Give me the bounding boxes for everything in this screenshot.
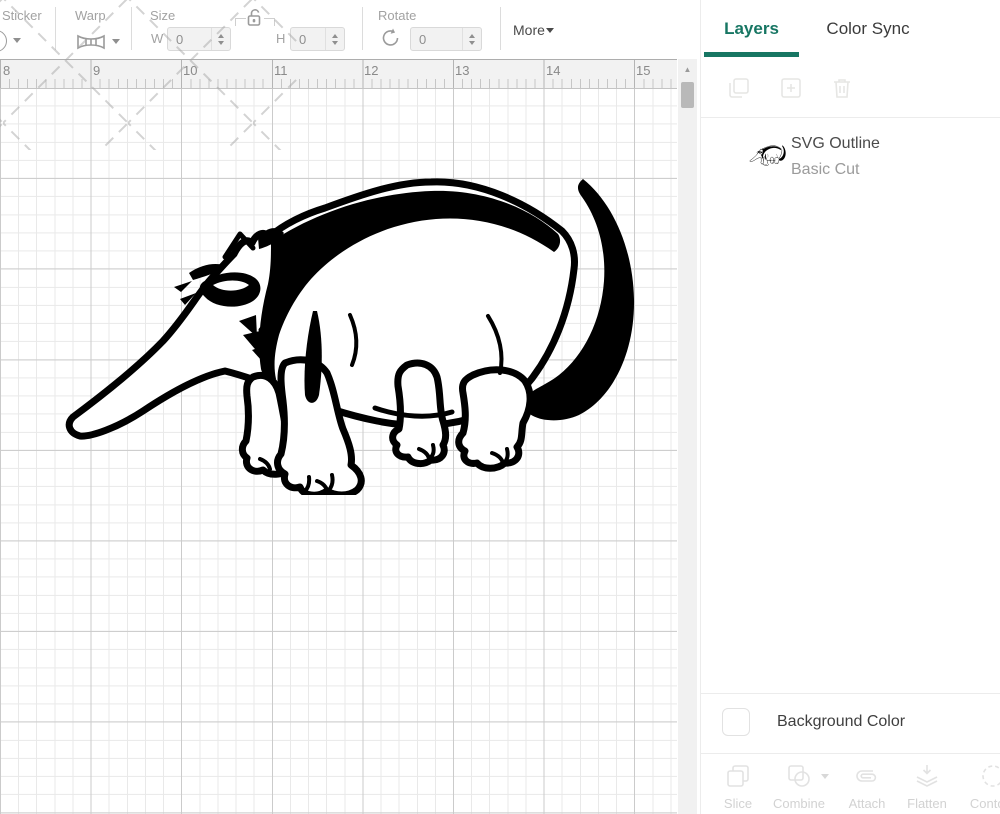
canvas-artwork-anteater[interactable] — [55, 165, 655, 495]
height-field-label: H — [276, 31, 285, 46]
toolbar-divider — [500, 7, 501, 50]
background-color-row: Background Color — [701, 694, 1000, 753]
warp-icon[interactable] — [76, 33, 106, 51]
tab-layers[interactable]: Layers — [704, 0, 799, 57]
add-layer-icon[interactable] — [779, 76, 803, 100]
combine-icon — [786, 763, 812, 789]
edit-toolbar: Sticker Warp Size W 0 H 0 Rotat — [0, 0, 700, 59]
warp-caret-icon[interactable] — [112, 39, 120, 44]
background-color-swatch[interactable] — [722, 708, 750, 736]
rotation-stepper[interactable] — [462, 28, 481, 50]
scroll-up-arrow-icon[interactable]: ▲ — [678, 65, 697, 74]
layer-row[interactable]: SVG Outline Basic Cut — [701, 118, 1000, 194]
width-field-label: W — [151, 31, 163, 46]
combine-button[interactable]: Combine — [767, 756, 831, 814]
design-app-window: Sticker Warp Size W 0 H 0 Rotat — [0, 0, 1000, 814]
height-stepper[interactable] — [325, 28, 344, 50]
panel-divider — [701, 753, 1000, 754]
attach-icon — [853, 763, 881, 789]
sticker-caret-icon[interactable] — [13, 38, 21, 43]
rotation-input[interactable]: 0 — [410, 27, 482, 51]
layer-cut-type: Basic Cut — [791, 161, 859, 179]
layer-title: SVG Outline — [791, 135, 880, 153]
contour-icon — [980, 763, 1000, 789]
duplicate-layer-icon[interactable] — [727, 76, 751, 100]
combine-caret-icon — [821, 774, 829, 779]
canvas-scrollbar[interactable]: ▲ — [678, 59, 697, 814]
lock-open-icon[interactable] — [246, 8, 264, 27]
horizontal-ruler: 8 9 10 11 12 13 14 15 — [0, 59, 677, 89]
contour-button[interactable]: Contour — [961, 756, 1000, 814]
tab-color-sync[interactable]: Color Sync — [808, 0, 928, 57]
more-button[interactable]: More — [513, 22, 545, 38]
width-stepper[interactable] — [211, 28, 230, 50]
active-tab-underline — [704, 52, 799, 57]
attach-button[interactable]: Attach — [835, 756, 899, 814]
height-input[interactable]: 0 — [290, 27, 345, 51]
rotate-label: Rotate — [378, 8, 416, 23]
width-input[interactable]: 0 — [167, 27, 231, 51]
slice-icon — [725, 763, 751, 789]
scrollbar-thumb[interactable] — [681, 82, 694, 108]
layer-thumbnail — [749, 143, 787, 167]
delete-layer-icon[interactable] — [830, 76, 854, 100]
toolbar-divider — [131, 7, 132, 50]
more-caret-icon[interactable] — [546, 28, 554, 33]
toolbar-divider — [55, 7, 56, 50]
warp-label: Warp — [75, 8, 106, 23]
slice-button[interactable]: Slice — [706, 756, 770, 814]
rotate-icon[interactable] — [380, 27, 402, 49]
sticker-icon[interactable] — [0, 30, 7, 52]
layers-panel: Layers Color Sync SVG Outline Basic — [700, 0, 1000, 814]
size-label: Size — [150, 8, 175, 23]
flatten-icon — [914, 763, 940, 789]
flatten-button[interactable]: Flatten — [895, 756, 959, 814]
design-canvas[interactable] — [0, 89, 677, 814]
toolbar-divider — [362, 7, 363, 50]
background-color-label: Background Color — [777, 713, 905, 731]
sticker-label: Sticker — [2, 8, 42, 23]
